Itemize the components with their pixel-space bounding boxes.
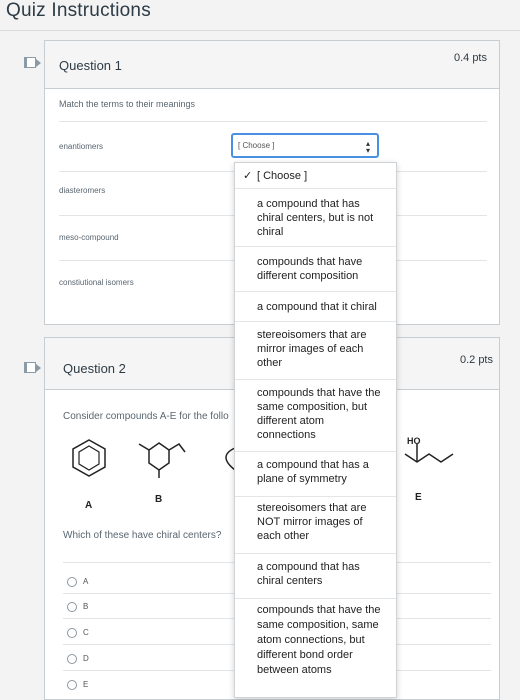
dropdown-option-line: stereoisomers that are — [257, 329, 367, 341]
dropdown-option-line: compounds that have the — [257, 387, 381, 399]
dropdown-option-line: connections — [257, 429, 316, 441]
hydroxyl-label: HO — [407, 436, 421, 446]
question-1-prompt: Match the terms to their meanings — [59, 99, 196, 109]
structure-a-benzene-inner — [78, 445, 100, 471]
dropdown-option-line: a compound that has a — [257, 459, 369, 471]
structure-b-ring — [148, 442, 170, 471]
question-2-flag-icon[interactable] — [24, 362, 41, 373]
question-1-name: Question 1 — [59, 58, 122, 73]
page-title: Quiz Instructions — [6, 0, 151, 21]
dropdown-option-line: a compound that has — [257, 561, 360, 573]
dropdown-option[interactable]: a compound that it chiral — [235, 292, 396, 322]
dropdown-option-line: chiral — [257, 226, 284, 238]
title-divider — [0, 30, 520, 31]
question-1-points: 0.4 pts — [453, 52, 487, 64]
structure-label-b: B — [155, 494, 163, 505]
dropdown-option-line: different composition — [257, 270, 359, 282]
answer-label-d: D — [83, 654, 89, 663]
answer-option-c[interactable] — [67, 628, 77, 638]
dropdown-option[interactable]: compounds that have different compositio… — [235, 247, 396, 292]
question-2-points: 0.2 pts — [459, 354, 493, 366]
structure-b-substituent-left — [138, 443, 150, 451]
dropdown-option-line: compounds that have the — [257, 604, 381, 616]
dropdown-option-line: compounds that have — [257, 256, 363, 268]
dropdown-option-line: mirror images of each — [257, 343, 364, 355]
dropdown-option-line: each other — [257, 530, 309, 542]
dropdown-option[interactable]: a compound that has a plane of symmetry — [235, 452, 396, 497]
term-meso-compound: meso-compound — [59, 233, 119, 242]
sub-question: Which of these have chiral centers? — [63, 530, 222, 541]
dropdown-option-line: different atom — [257, 415, 325, 427]
structure-e-chain — [404, 453, 454, 463]
dropdown-option[interactable]: a compound that has chiral centers, but … — [235, 189, 396, 247]
answer-select-value: [ Choose ] — [238, 141, 275, 150]
answer-label-b: B — [83, 602, 89, 611]
dropdown-option-text: [ Choose ] — [257, 170, 308, 182]
dropdown-option-line: atom connections, but — [257, 634, 365, 646]
answer-dropdown-menu: ✓ [ Choose ] a compound that has chiral … — [234, 162, 397, 698]
dropdown-option-line: plane of symmetry — [257, 473, 347, 485]
divider — [59, 121, 487, 122]
term-constitutional-isomers: constiutional isomers — [59, 278, 134, 287]
term-diasteromers: diasteromers — [59, 186, 106, 195]
answer-option-e[interactable] — [67, 680, 77, 690]
dropdown-option-line: same composition, same — [257, 619, 379, 631]
dropdown-option-line: different bond order — [257, 649, 353, 661]
answer-option-a[interactable] — [67, 577, 77, 587]
structure-label-e: E — [415, 492, 422, 503]
dropdown-option-line: chiral centers — [257, 575, 323, 587]
answer-label-c: C — [83, 628, 89, 637]
checkmark-icon: ✓ — [243, 170, 253, 182]
question-1-flag-icon[interactable] — [24, 57, 41, 68]
term-enantiomers: enantiomers — [59, 142, 104, 151]
answer-option-b[interactable] — [67, 602, 77, 612]
dropdown-option-line: NOT mirror images of — [257, 516, 363, 528]
answer-select[interactable]: [ Choose ] ▴ ▾ — [231, 133, 379, 158]
dropdown-option-line: between atoms — [257, 664, 332, 676]
dropdown-option[interactable]: stereoisomers that are NOT mirror images… — [235, 497, 396, 554]
dropdown-option[interactable]: stereoisomers that are mirror images of … — [235, 322, 396, 380]
dropdown-option-line: stereoisomers that are — [257, 502, 367, 514]
answer-option-d[interactable] — [67, 654, 77, 664]
answer-label-a: A — [83, 577, 89, 586]
chevron-updown-icon: ▴ ▾ — [365, 139, 370, 155]
question-2-name: Question 2 — [63, 361, 126, 376]
dropdown-option-line: other — [257, 357, 283, 369]
dropdown-option-line: a compound that it chiral — [257, 301, 377, 313]
dropdown-option-line: a compound that has — [257, 198, 360, 210]
question-2-prompt: Consider compounds A-E for the follo — [63, 411, 229, 422]
dropdown-option[interactable]: a compound that has chiral centers — [235, 554, 396, 599]
structure-label-a: A — [85, 500, 93, 511]
question-1-header: Question 1 0.4 pts — [45, 41, 499, 89]
dropdown-option[interactable]: compounds that have the same composition… — [235, 380, 396, 452]
dropdown-option[interactable]: compounds that have the same composition… — [235, 599, 396, 697]
dropdown-option-line: chiral centers, but is not — [257, 212, 374, 224]
dropdown-option-line: same composition, but — [257, 401, 368, 413]
structure-b-substituent-right — [168, 443, 186, 453]
answer-label-e: E — [83, 680, 89, 689]
dropdown-option[interactable]: ✓ [ Choose ] — [235, 163, 396, 189]
